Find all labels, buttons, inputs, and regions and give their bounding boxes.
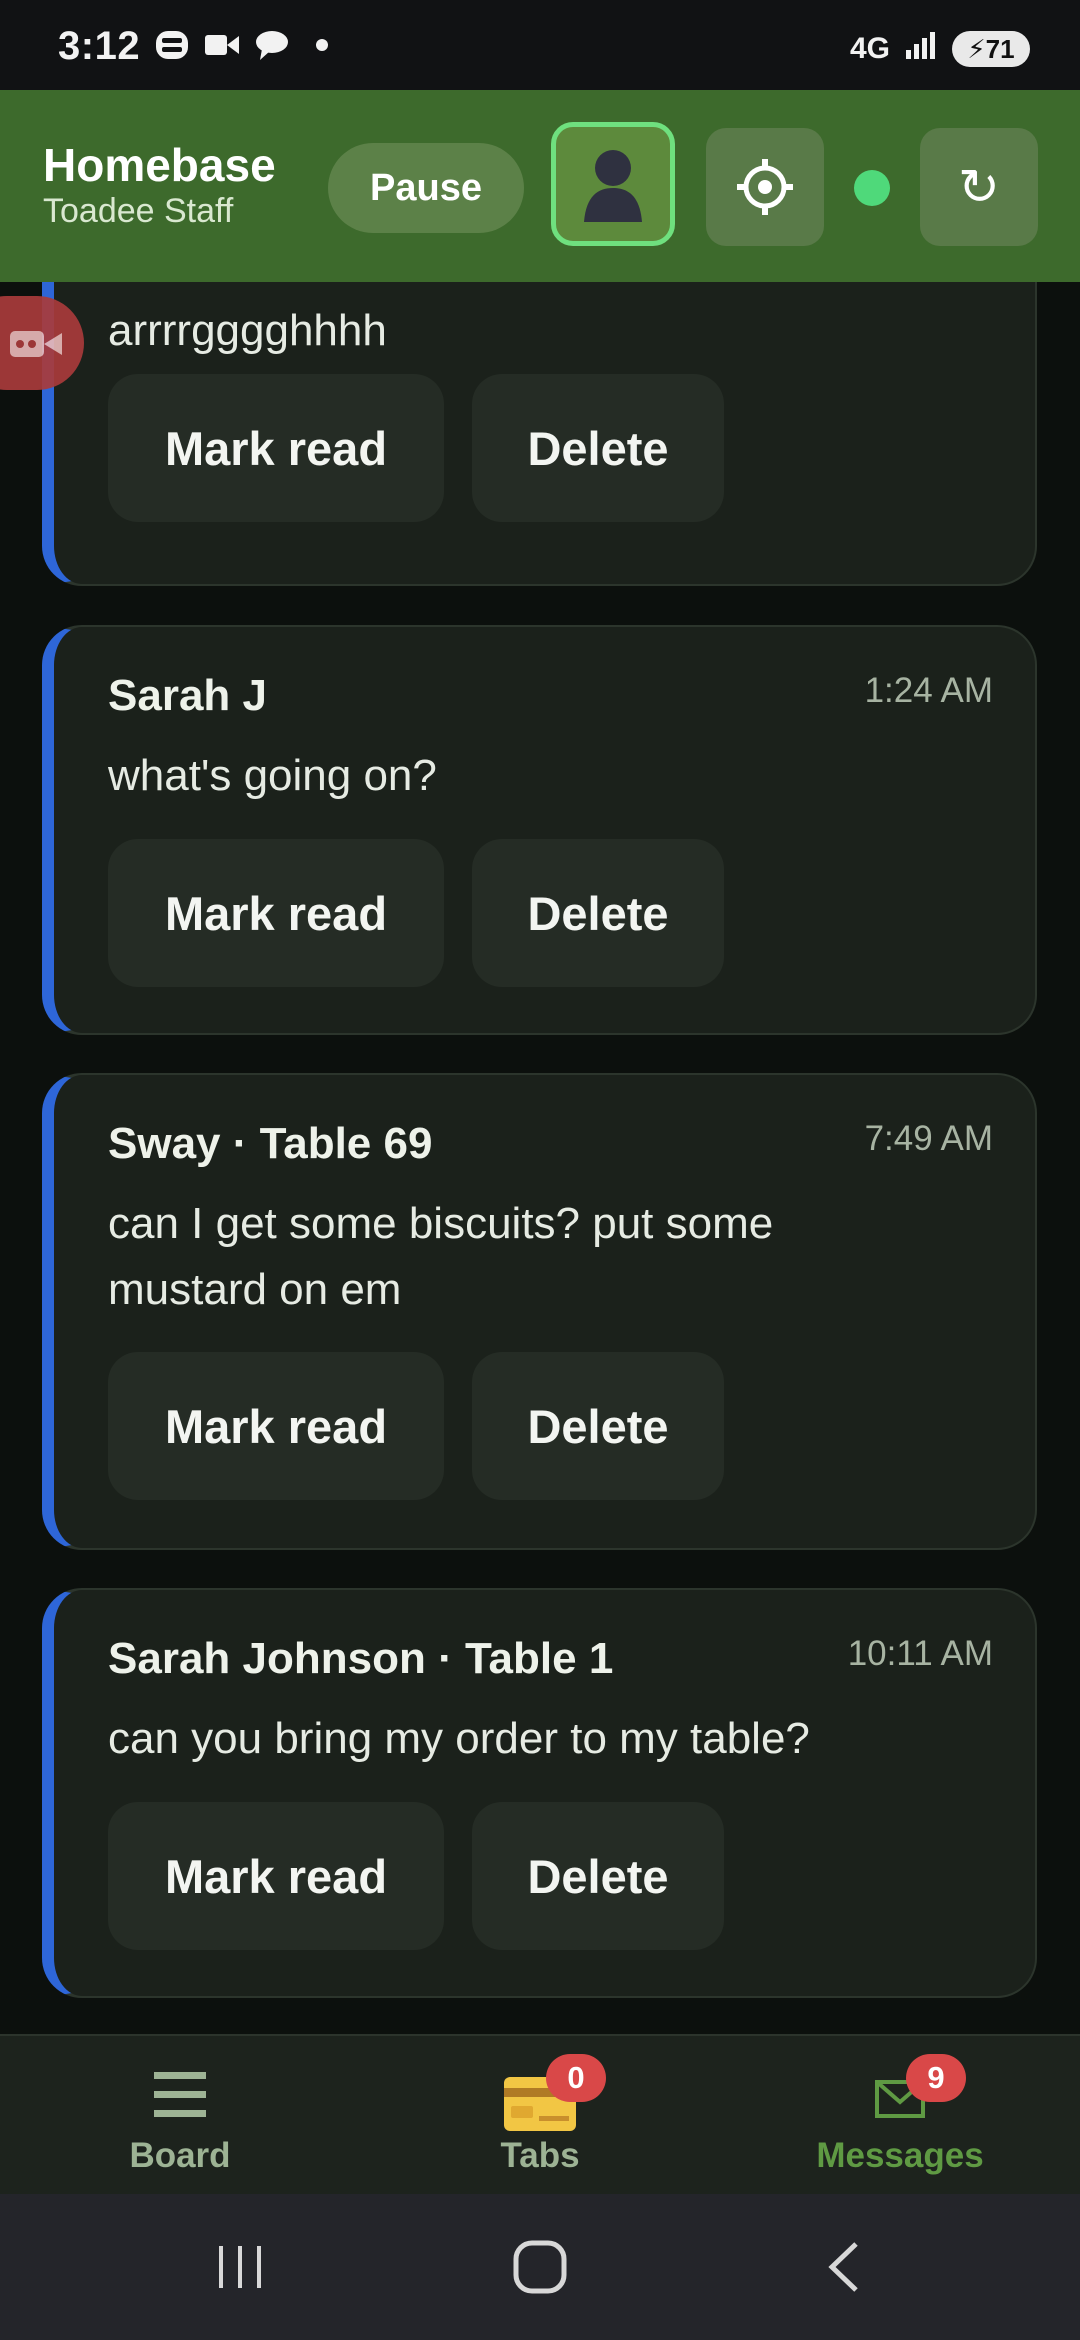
message-card: Sway · Table 69 7:49 AM can I get some b… xyxy=(42,1073,1037,1550)
message-time: 10:11 AM xyxy=(847,1634,993,1673)
pause-button[interactable]: Pause xyxy=(328,143,524,233)
message-text: arrrrgggghhhh xyxy=(108,306,387,355)
nav-board[interactable]: Board xyxy=(0,2036,360,2196)
delete-button[interactable]: Delete xyxy=(472,374,724,522)
message-list[interactable]: arrrrgggghhhh Mark read Delete Sarah J 1… xyxy=(0,282,1080,2034)
message-time: 1:24 AM xyxy=(864,671,993,710)
mark-read-button[interactable]: Mark read xyxy=(108,1352,444,1500)
menu-icon xyxy=(152,2070,208,2125)
delete-button[interactable]: Delete xyxy=(472,1352,724,1500)
mark-read-button[interactable]: Mark read xyxy=(108,839,444,987)
recent-apps-icon xyxy=(219,2246,261,2288)
user-silhouette-icon xyxy=(584,150,642,222)
messages-count-badge: 9 xyxy=(906,2054,966,2102)
app-title: Homebase xyxy=(43,139,276,191)
app-header: Homebase Toadee Staff Pause ↻ xyxy=(0,90,1080,282)
gear-icon xyxy=(737,159,793,215)
battery-level: 71 xyxy=(985,33,1015,64)
message-sender: Sarah Johnson · Table 1 xyxy=(108,1634,614,1683)
message-card: Sarah Johnson · Table 1 10:11 AM can you… xyxy=(42,1588,1037,1998)
app-subtitle: Toadee Staff xyxy=(43,192,234,230)
connection-status-indicator xyxy=(854,170,890,206)
chat-bubble-icon xyxy=(254,28,290,62)
home-button[interactable] xyxy=(500,2234,580,2300)
system-status: 4G ⚡ 71 xyxy=(850,30,1030,68)
nav-messages[interactable]: 9 Messages xyxy=(720,2036,1080,2196)
back-icon xyxy=(828,2242,858,2292)
profile-button[interactable] xyxy=(551,122,675,246)
video-camera-icon xyxy=(204,28,240,62)
refresh-icon: ↻ xyxy=(958,159,1000,215)
settings-button[interactable] xyxy=(706,128,824,246)
delete-button[interactable]: Delete xyxy=(472,1802,724,1950)
dot-icon xyxy=(304,28,340,62)
message-card: Sarah J 1:24 AM what's going on? Mark re… xyxy=(42,625,1037,1035)
nav-tabs[interactable]: 0 Tabs xyxy=(360,2036,720,2196)
mark-read-button[interactable]: Mark read xyxy=(108,1802,444,1950)
tabs-count-badge: 0 xyxy=(546,2054,606,2102)
message-text: can you bring my order to my table? xyxy=(108,1714,810,1763)
mark-read-button[interactable]: Mark read xyxy=(108,374,444,522)
system-navigation-bar xyxy=(0,2194,1080,2340)
message-card: arrrrgggghhhh Mark read Delete xyxy=(42,282,1037,586)
battery-icon: ⚡ 71 xyxy=(952,31,1030,67)
delete-button[interactable]: Delete xyxy=(472,839,724,987)
nav-messages-label: Messages xyxy=(816,2136,984,2175)
nav-tabs-label: Tabs xyxy=(500,2136,580,2175)
message-text: what's going on? xyxy=(108,751,437,800)
refresh-button[interactable]: ↻ xyxy=(920,128,1038,246)
video-camera-icon xyxy=(10,331,62,357)
nav-board-label: Board xyxy=(129,2136,231,2175)
message-sender: Sarah J xyxy=(108,671,267,720)
network-type: 4G xyxy=(849,32,890,65)
bottom-navigation: Board 0 Tabs 9 Messages xyxy=(0,2034,1080,2196)
message-sender: Sway · Table 69 xyxy=(108,1119,433,1168)
status-bar: 3:12 4G ⚡ 71 xyxy=(0,0,1080,90)
home-icon xyxy=(513,2240,567,2294)
signal-icon xyxy=(904,30,938,68)
app-notification-icon xyxy=(154,28,190,62)
notification-icons xyxy=(154,28,340,62)
back-button[interactable] xyxy=(804,2234,884,2300)
status-time: 3:12 xyxy=(58,24,141,68)
message-time: 7:49 AM xyxy=(864,1119,993,1158)
message-text: can I get some biscuits? put some mustar… xyxy=(108,1199,774,1314)
recent-apps-button[interactable] xyxy=(200,2234,280,2300)
